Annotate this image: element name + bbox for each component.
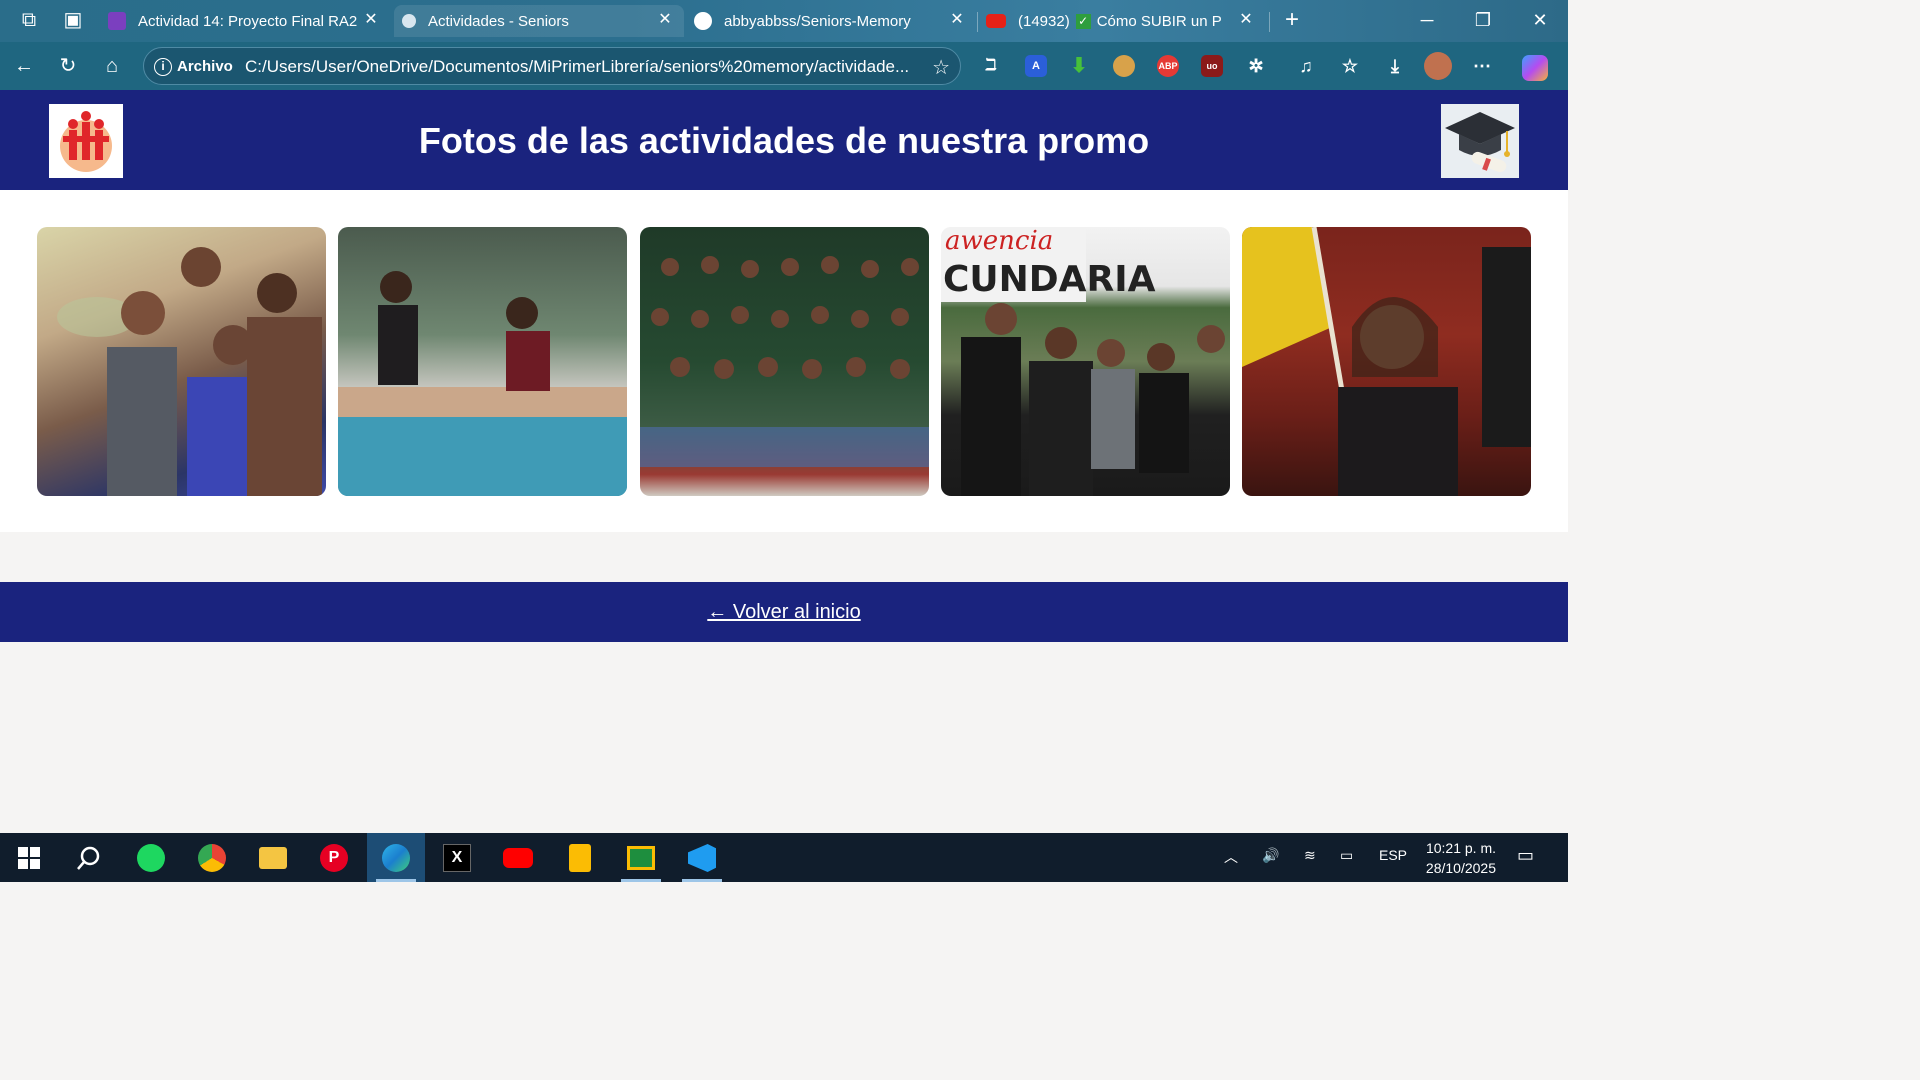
page-title: Fotos de las actividades de nuestra prom… [418, 120, 1150, 161]
tab-actividad-14[interactable]: Actividad 14: Proyecto Final RA2 ✕ [100, 5, 390, 37]
address-bar[interactable]: i Archivo C:/Users/User/OneDrive/Documen… [143, 47, 961, 85]
github-icon [694, 12, 712, 30]
photo-gallery: awencia CUNDARIA [0, 190, 1568, 532]
refresh-icon[interactable]: ↻ [56, 54, 80, 78]
tab-separator [977, 12, 978, 32]
classroom-icon [108, 12, 126, 30]
workspaces-icon[interactable]: ⧉ [17, 8, 41, 32]
close-tab-icon[interactable]: ✕ [1237, 11, 1255, 29]
photo-class-group[interactable] [640, 227, 929, 496]
close-tab-icon[interactable]: ✕ [362, 11, 380, 29]
close-tab-icon[interactable]: ✕ [948, 11, 966, 29]
copilot-icon[interactable] [1522, 55, 1548, 81]
clock-date: 28/10/2025 [1425, 860, 1496, 876]
volume-icon[interactable]: 🔊 [1262, 847, 1279, 864]
minimize-icon[interactable]: ─ [1413, 8, 1441, 32]
photo-pool[interactable] [338, 227, 627, 496]
graduation-cap-logo [1441, 104, 1519, 178]
clock-time: 10:21 p. m. [1425, 840, 1496, 856]
close-tab-icon[interactable]: ✕ [656, 11, 674, 29]
classroom-app-icon[interactable] [624, 841, 658, 875]
show-hidden-icons-icon[interactable]: ︿ [1224, 847, 1238, 867]
page-footer: ← Volver al inicio [0, 582, 1568, 642]
language-indicator[interactable]: ESP [1379, 847, 1407, 863]
svg-text:awencia: awencia [945, 227, 1053, 256]
photo-banner-group[interactable]: awencia CUNDARIA [941, 227, 1230, 496]
extensions-icon[interactable]: ✲ [1245, 55, 1267, 77]
tab-separator [1269, 12, 1270, 32]
spotify-icon[interactable] [134, 841, 168, 875]
photo-friends-group[interactable] [37, 227, 326, 496]
clock[interactable]: 10:21 p. m. 28/10/2025 [1426, 838, 1496, 878]
photo-flag-girl[interactable] [1242, 227, 1531, 496]
page-header: Fotos de las actividades de nuestra prom… [0, 90, 1568, 190]
checkmark-icon: ✓ [1075, 13, 1091, 29]
back-to-home-link[interactable]: ← Volver al inicio [0, 601, 1568, 624]
tab-title: Cómo SUBIR un Proye [1096, 12, 1222, 30]
downloads-icon[interactable]: ⤓ [1384, 55, 1406, 77]
vscode-running-indicator [682, 879, 722, 882]
restore-icon[interactable]: ❐ [1469, 8, 1497, 32]
search-icon[interactable] [72, 841, 106, 875]
more-options-icon[interactable]: ⋯ [1471, 55, 1493, 77]
tab-title: abbyabbss/Seniors-Memory [724, 12, 911, 30]
chrome-icon[interactable] [195, 841, 229, 875]
windows-start-icon[interactable] [12, 841, 46, 875]
edge-icon[interactable] [379, 841, 413, 875]
cookie-icon[interactable] [1113, 55, 1135, 77]
browser-tab-bar: ⧉ ▣ Actividad 14: Proyecto Final RA2 ✕ A… [0, 0, 1568, 42]
youtube-icon [986, 14, 1006, 28]
tab-youtube-video[interactable]: (14932) ✓ Cómo SUBIR un Proye ✕ [980, 5, 1265, 37]
pinterest-icon[interactable]: P [317, 841, 351, 875]
close-window-icon[interactable]: ✕ [1526, 8, 1554, 32]
notifications-icon[interactable]: ▭ [1517, 845, 1534, 866]
wifi-icon[interactable]: ≋ [1304, 847, 1316, 864]
windows-taskbar: P X ︿ 🔊 ≋ ▭ ESP 10:21 p. m. 28/10/2025 ▭ [0, 833, 1568, 882]
address-label: Archivo [177, 58, 233, 75]
tab-github-repo[interactable]: abbyabbss/Seniors-Memory ✕ [686, 5, 976, 37]
svg-text:CUNDARIA: CUNDARIA [943, 259, 1156, 300]
back-icon[interactable]: ← [12, 54, 36, 78]
reader-icon[interactable]: ℶ [980, 55, 1002, 77]
tab-title: Actividad 14: Proyecto Final RA2 [138, 12, 358, 30]
translate-icon[interactable]: A [1025, 55, 1047, 77]
battery-icon[interactable]: ▭ [1340, 847, 1353, 864]
home-icon[interactable]: ⌂ [100, 54, 124, 78]
vertical-tabs-icon[interactable]: ▣ [61, 8, 85, 32]
ublock-icon[interactable]: uo [1201, 55, 1223, 77]
favorites-icon[interactable]: ☆ [1339, 55, 1361, 77]
url-text[interactable]: C:/Users/User/OneDrive/Documentos/MiPrim… [245, 57, 915, 77]
vscode-icon[interactable] [685, 841, 719, 875]
adblock-icon[interactable]: ABP [1157, 55, 1179, 77]
download-helper-icon[interactable]: ⬇ [1068, 55, 1090, 77]
favorite-star-icon[interactable]: ☆ [932, 55, 950, 80]
page-icon [402, 14, 416, 28]
info-icon[interactable]: i [154, 58, 172, 76]
keep-icon[interactable] [563, 841, 597, 875]
profile-avatar[interactable] [1424, 52, 1452, 80]
file-explorer-icon[interactable] [256, 841, 290, 875]
youtube-app-icon[interactable] [501, 841, 535, 875]
classroom-running-indicator [621, 879, 661, 882]
media-icon[interactable]: ♫ [1295, 55, 1317, 77]
tab-actividades-seniors[interactable]: Actividades - Seniors ✕ [394, 5, 684, 37]
edge-running-indicator [376, 879, 416, 882]
new-tab-icon[interactable]: + [1280, 8, 1304, 32]
tab-title: Actividades - Seniors [428, 12, 569, 30]
tab-title-count: (14932) [1018, 12, 1070, 30]
x-app-icon[interactable]: X [440, 841, 474, 875]
